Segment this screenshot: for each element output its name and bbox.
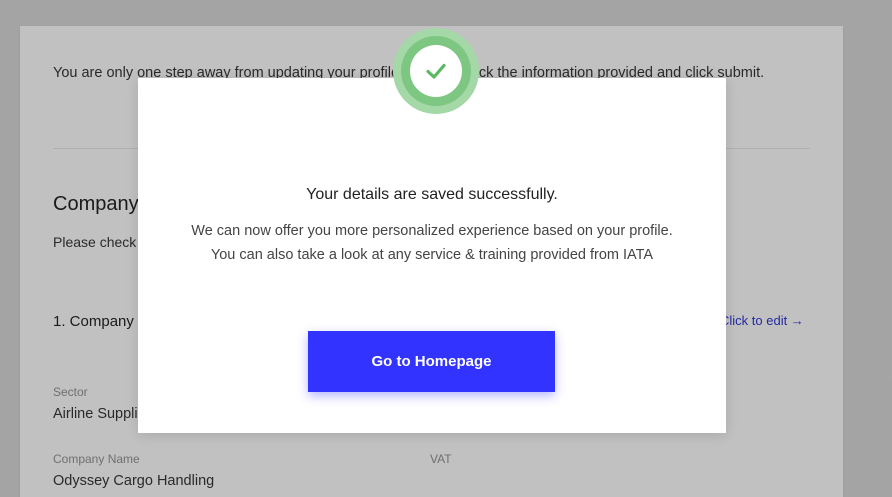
check-icon: [410, 45, 462, 97]
go-to-homepage-button[interactable]: Go to Homepage: [308, 331, 555, 392]
success-modal: Your details are saved successfully. We …: [138, 78, 726, 433]
success-badge: [393, 28, 479, 114]
modal-message: We can now offer you more personalized e…: [191, 223, 673, 263]
modal-title: Your details are saved successfully.: [306, 186, 558, 203]
